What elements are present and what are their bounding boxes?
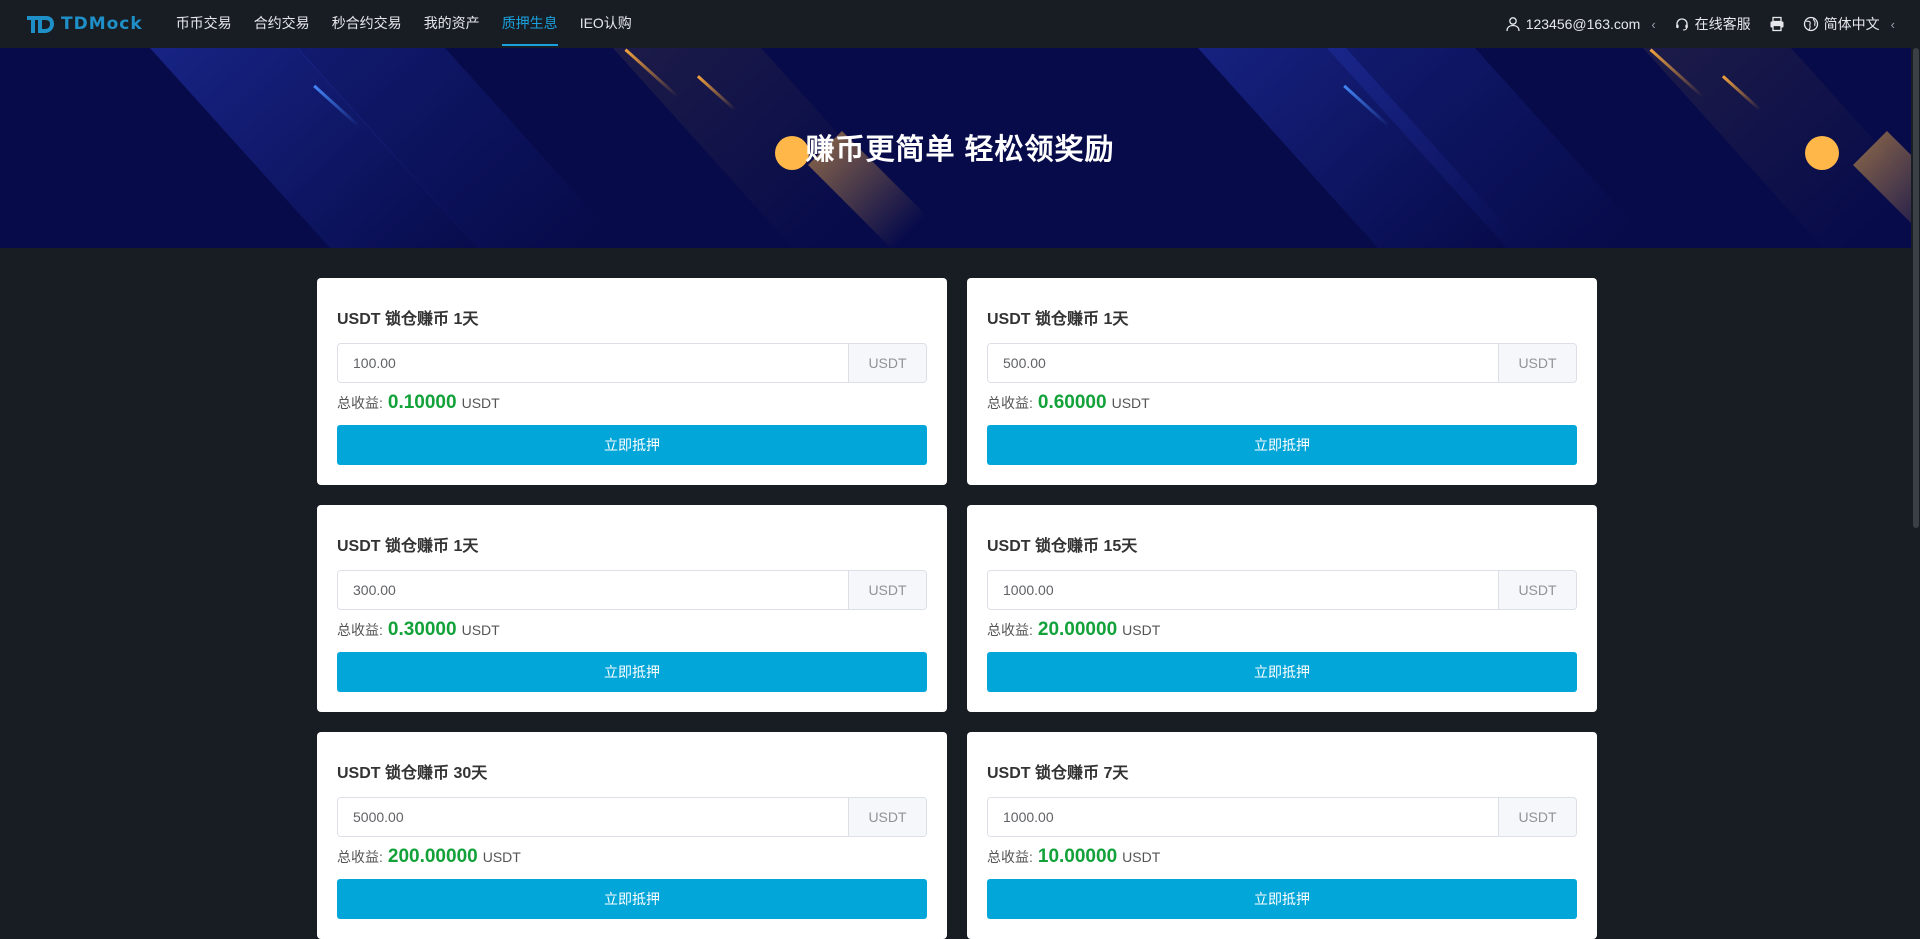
main-nav: 币币交易 合约交易 秒合约交易 我的资产 质押生息 IEO认购	[165, 0, 643, 48]
nav-ieo[interactable]: IEO认购	[580, 0, 632, 48]
amount-input[interactable]	[338, 571, 848, 609]
profit-value: 0.30000	[387, 619, 457, 640]
pledge-now-button[interactable]: 立即抵押	[987, 652, 1577, 692]
card-title: USDT 锁仓赚币 1天	[987, 311, 1129, 328]
profit-row: 总收益: 0.10000 USDT	[337, 392, 927, 416]
globe-icon	[1803, 16, 1818, 32]
amount-input[interactable]	[988, 571, 1498, 609]
printer-icon	[1770, 16, 1784, 32]
staking-card: USDT 锁仓赚币 30天 USDT 总收益: 200.00000 USDT 立…	[317, 732, 947, 939]
scrollbar-thumb[interactable]	[1913, 48, 1919, 528]
unit-addon: USDT	[1498, 798, 1576, 836]
unit-addon: USDT	[848, 571, 926, 609]
pledge-now-button[interactable]: 立即抵押	[337, 652, 927, 692]
chevron-left-icon: ‹	[1890, 16, 1895, 32]
profit-label: 总收益:	[337, 622, 383, 638]
amount-input[interactable]	[338, 798, 848, 836]
profit-unit: USDT	[1111, 395, 1150, 411]
profit-row: 总收益: 20.00000 USDT	[987, 619, 1577, 643]
card-title: USDT 锁仓赚币 7天	[987, 765, 1129, 782]
profit-row: 总收益: 0.60000 USDT	[987, 392, 1577, 416]
amount-input[interactable]	[988, 344, 1498, 382]
amount-input-group: USDT	[337, 797, 927, 837]
pledge-now-button[interactable]: 立即抵押	[337, 425, 927, 465]
account-email: 123456@163.com	[1525, 16, 1641, 32]
nav-spot-trading[interactable]: 币币交易	[176, 0, 232, 48]
language-label: 简体中文	[1823, 16, 1880, 32]
staking-card-grid: USDT 锁仓赚币 1天 USDT 总收益: 0.10000 USDT 立即抵押…	[317, 278, 1597, 939]
amount-input[interactable]	[338, 344, 848, 382]
staking-card: USDT 锁仓赚币 7天 USDT 总收益: 10.00000 USDT 立即抵…	[967, 732, 1597, 939]
unit-addon: USDT	[848, 798, 926, 836]
profit-value: 10.00000	[1037, 846, 1118, 867]
card-title: USDT 锁仓赚币 15天	[987, 538, 1138, 555]
staking-card: USDT 锁仓赚币 1天 USDT 总收益: 0.10000 USDT 立即抵押	[317, 278, 947, 485]
staking-card: USDT 锁仓赚币 15天 USDT 总收益: 20.00000 USDT 立即…	[967, 505, 1597, 712]
user-icon	[1506, 17, 1520, 32]
nav-staking[interactable]: 质押生息	[501, 0, 558, 48]
headset-icon	[1675, 18, 1688, 31]
profit-unit: USDT	[482, 849, 521, 865]
amount-input-group: USDT	[337, 570, 927, 610]
unit-addon: USDT	[848, 344, 926, 382]
logo-icon	[27, 16, 54, 33]
nav-contract-trading[interactable]: 合约交易	[254, 0, 310, 48]
card-title: USDT 锁仓赚币 1天	[337, 538, 479, 555]
card-title: USDT 锁仓赚币 30天	[337, 765, 488, 782]
banner-title: 赚币更简单 轻松领奖励	[805, 134, 1115, 166]
profit-row: 总收益: 10.00000 USDT	[987, 846, 1577, 870]
unit-addon: USDT	[1498, 571, 1576, 609]
profit-unit: USDT	[461, 622, 500, 638]
card-title: USDT 锁仓赚币 1天	[337, 311, 479, 328]
page-scrollbar[interactable]	[1911, 48, 1920, 935]
profit-value: 0.60000	[1037, 392, 1107, 413]
amount-input-group: USDT	[987, 797, 1577, 837]
staking-card: USDT 锁仓赚币 1天 USDT 总收益: 0.30000 USDT 立即抵押	[317, 505, 947, 712]
pledge-now-button[interactable]: 立即抵押	[337, 879, 927, 919]
profit-label: 总收益:	[337, 849, 383, 865]
profit-unit: USDT	[1122, 622, 1161, 638]
profit-unit: USDT	[461, 395, 500, 411]
nav-right: 123456@163.com ‹ 在线客服 简体中文 ‹	[1505, 14, 1895, 34]
language-menu[interactable]: 简体中文 ‹	[1803, 14, 1895, 34]
profit-label: 总收益:	[987, 622, 1033, 638]
hero-banner: 赚币更简单 轻松领奖励	[0, 48, 1920, 248]
amount-input-group: USDT	[987, 570, 1577, 610]
pledge-now-button[interactable]: 立即抵押	[987, 425, 1577, 465]
profit-label: 总收益:	[987, 849, 1033, 865]
logo-text: TDMock	[61, 14, 143, 34]
logo[interactable]: TDMock	[25, 13, 143, 35]
amount-input[interactable]	[988, 798, 1498, 836]
nav-second-contract[interactable]: 秒合约交易	[332, 0, 402, 48]
profit-row: 总收益: 200.00000 USDT	[337, 846, 927, 870]
profit-label: 总收益:	[987, 395, 1033, 411]
amount-input-group: USDT	[337, 343, 927, 383]
chevron-left-icon: ‹	[1651, 16, 1656, 32]
online-service-label: 在线客服	[1694, 16, 1751, 32]
pledge-now-button[interactable]: 立即抵押	[987, 879, 1577, 919]
profit-value: 20.00000	[1037, 619, 1118, 640]
profit-value: 200.00000	[387, 846, 478, 867]
top-navbar: TDMock 币币交易 合约交易 秒合约交易 我的资产 质押生息 IEO认购 1…	[0, 0, 1920, 48]
profit-unit: USDT	[1122, 849, 1161, 865]
profit-value: 0.10000	[387, 392, 457, 413]
staking-card: USDT 锁仓赚币 1天 USDT 总收益: 0.60000 USDT 立即抵押	[967, 278, 1597, 485]
online-service[interactable]: 在线客服	[1674, 14, 1751, 34]
profit-label: 总收益:	[337, 395, 383, 411]
unit-addon: USDT	[1498, 344, 1576, 382]
nav-my-assets[interactable]: 我的资产	[424, 0, 480, 48]
print-button[interactable]	[1769, 16, 1785, 32]
account-menu[interactable]: 123456@163.com ‹	[1505, 16, 1656, 32]
profit-row: 总收益: 0.30000 USDT	[337, 619, 927, 643]
amount-input-group: USDT	[987, 343, 1577, 383]
